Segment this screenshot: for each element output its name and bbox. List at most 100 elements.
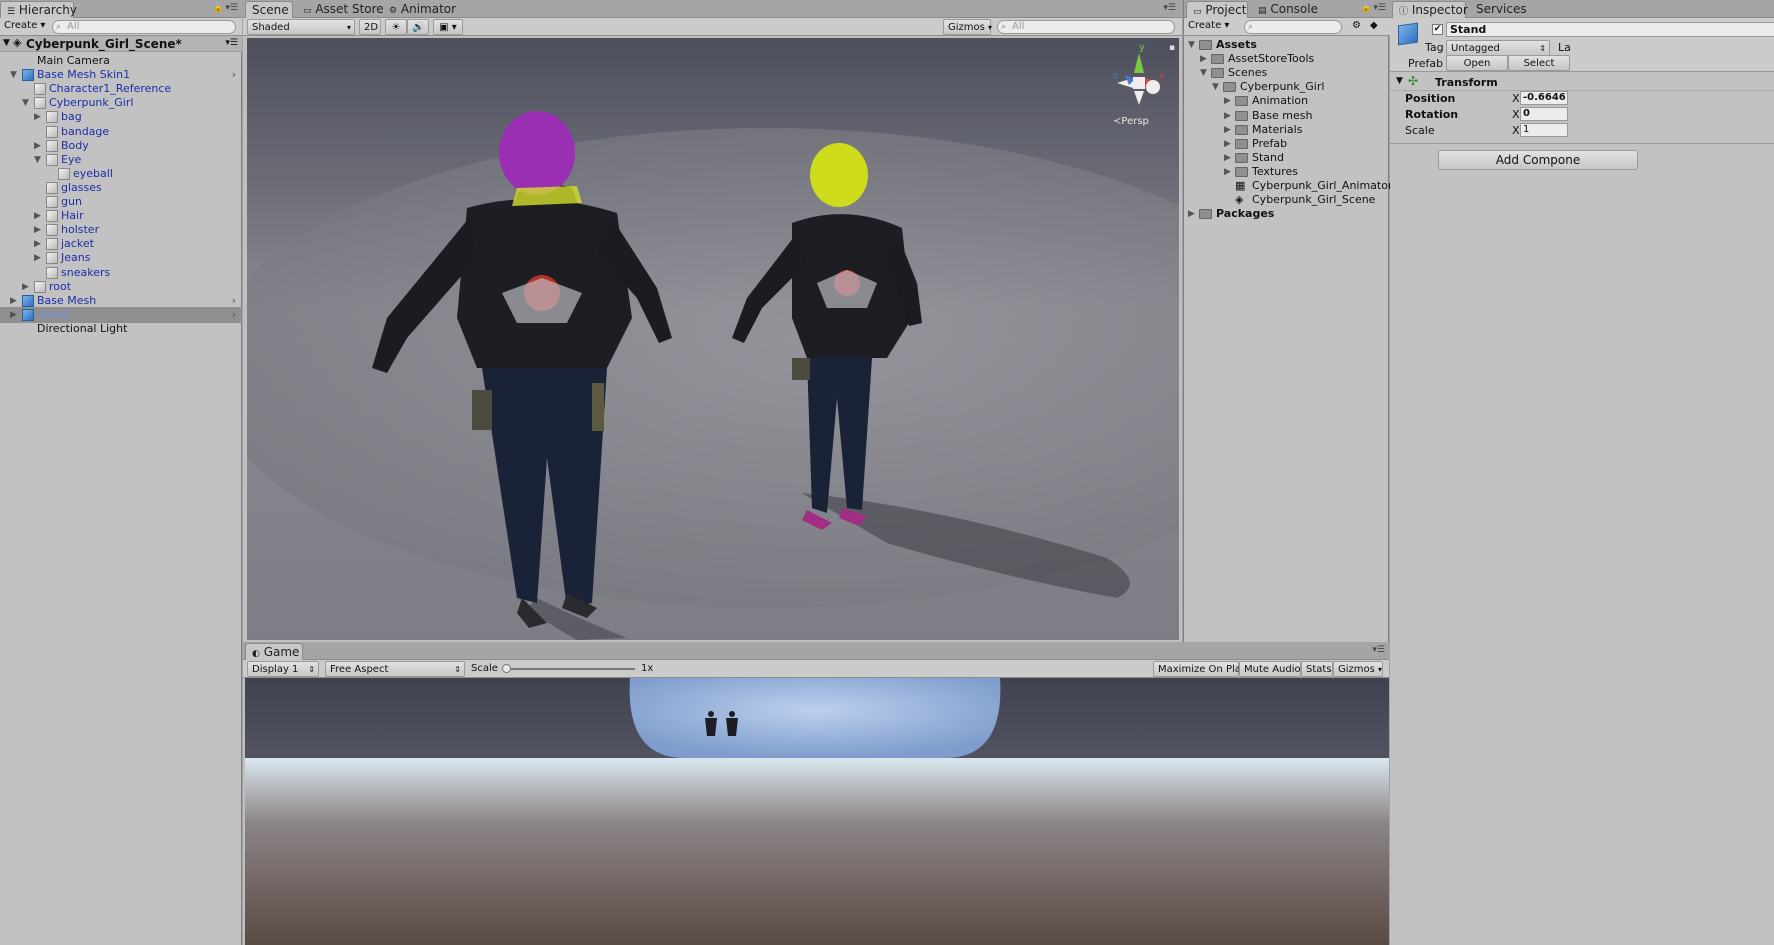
gizmo-lock-icon[interactable]: ▪ [1169, 43, 1175, 53]
search-icon: ⌕ [1248, 22, 1254, 32]
prefab-select-button[interactable]: Select [1508, 55, 1570, 71]
filter-type-icon[interactable]: ⚙ [1352, 20, 1361, 31]
gameobject-cube-icon [46, 210, 58, 223]
aspect-dropdown[interactable]: Free Aspect ⇕ [325, 661, 465, 677]
panel-menu-icon[interactable]: ▾☰ [1372, 645, 1385, 655]
tab-project[interactable]: ▭ Project [1186, 1, 1248, 18]
gameobject-cube-icon [46, 153, 58, 166]
search-icon: ⌕ [1001, 22, 1007, 32]
shading-mode-dropdown[interactable]: Shaded ▾ [247, 19, 355, 35]
tab-asset-store[interactable]: ▭ Asset Store [297, 1, 384, 18]
project-item[interactable]: ▶ Packages [1184, 206, 1390, 222]
gizmos-dropdown[interactable]: Gizmos ▾ [943, 19, 992, 35]
persp-label[interactable]: ≺Persp [1113, 116, 1149, 127]
project-search-input[interactable]: ⌕ [1244, 20, 1342, 34]
persp-text: Persp [1121, 116, 1149, 127]
scale-slider[interactable] [502, 664, 635, 673]
display-dropdown[interactable]: Display 1 ⇕ [247, 661, 319, 677]
stats-toggle[interactable]: Stats [1301, 661, 1333, 677]
console-icon: ▤ [1258, 6, 1267, 16]
lock-icon[interactable]: 🔒 [1361, 3, 1372, 13]
scene-viewport[interactable]: y z x ▪ ≺Persp [247, 38, 1179, 640]
tab-asset-store-label: Asset Store [315, 2, 384, 16]
expand-arrow-icon[interactable]: ▼ [1396, 76, 1403, 86]
tab-game[interactable]: ◐ Game [245, 643, 303, 660]
tag-label: Tag [1425, 41, 1444, 54]
filter-label-icon[interactable]: ◆ [1370, 20, 1378, 31]
transform-title: Transform [1435, 76, 1498, 89]
scene-panel: Scene ▭ Asset Store ⚙ Animator ▾☰ Shaded… [243, 0, 1182, 642]
spotlight-glow [629, 678, 1001, 758]
collapse-arrow-icon[interactable]: ▶ [1188, 206, 1195, 222]
prefab-label: Prefab [1408, 57, 1444, 70]
tab-scene-label: Scene [252, 3, 289, 17]
gameobject-cube-icon [34, 97, 46, 110]
scale-x-label: X [1512, 124, 1520, 137]
shading-mode-label: Shaded [252, 22, 290, 33]
gizmos-label: Gizmos [948, 22, 985, 33]
active-checkbox[interactable]: ✔ [1432, 24, 1443, 35]
2d-toggle[interactable]: 2D [359, 19, 381, 35]
rotation-x-field[interactable]: 0 [1520, 107, 1568, 121]
transform-header[interactable]: ▼ ✣ Transform [1390, 74, 1774, 91]
animator-icon: ⚙ [389, 6, 398, 16]
tag-value: Untagged [1451, 43, 1500, 54]
scene-search-input[interactable]: ⌕ All [997, 20, 1175, 34]
tag-dropdown[interactable]: Untagged ⇕ [1446, 40, 1550, 56]
game-controller-icon: ◐ [252, 649, 260, 659]
transform-icon: ✣ [1408, 74, 1419, 88]
panel-menu-icon[interactable]: ▾☰ [1373, 3, 1386, 13]
game-render [245, 678, 1389, 945]
lock-icon[interactable]: 🔒 [213, 3, 224, 13]
audio-toggle-icon[interactable]: 🔊 [407, 19, 429, 35]
gameobject-cube-icon [58, 167, 70, 180]
game-toolbar: Display 1 ⇕ Free Aspect ⇕ Scale 1x Maxim… [243, 660, 1389, 678]
position-row: Position X -0.6646 [1390, 91, 1774, 107]
game-gizmos-dropdown[interactable]: Gizmos ▾ [1333, 661, 1383, 677]
gameobject-cube-icon [46, 266, 58, 279]
game-viewport[interactable] [245, 678, 1389, 945]
tab-console[interactable]: ▤ Console [1252, 1, 1322, 18]
tab-inspector[interactable]: ⓘ Inspector [1392, 1, 1468, 18]
tab-scene[interactable]: Scene [245, 1, 293, 18]
object-name-field[interactable]: Stand [1446, 22, 1774, 37]
expand-arrow-icon[interactable]: ▼ [3, 38, 10, 48]
hierarchy-list: Main Camera ▼ Base Mesh Skin1 › Character1_R… [0, 53, 242, 453]
scale-row: Scale X 1 [1390, 123, 1774, 139]
hierarchy-search-input[interactable]: ⌕ All [52, 20, 236, 34]
prefab-cube-icon [22, 308, 34, 321]
position-x-label: X [1512, 92, 1520, 105]
effects-dropdown-icon[interactable]: ▣ ▾ [433, 19, 463, 35]
position-label: Position [1405, 92, 1456, 105]
yellow-hair [810, 143, 868, 207]
create-dropdown[interactable]: Create ▾ [4, 20, 45, 31]
position-x-field[interactable]: -0.6646 [1520, 91, 1568, 105]
add-component-button[interactable]: Add Compone [1438, 150, 1638, 170]
hierarchy-item[interactable]: Directional Light [0, 321, 242, 337]
scene-header-row[interactable]: ▼ ◈ Cyberpunk_Girl_Scene* ▾☰ [0, 36, 242, 52]
scene-menu-icon[interactable]: ▾☰ [225, 38, 238, 48]
tab-services-label: Services [1476, 2, 1527, 16]
game-tabbar: ◐ Game ▾☰ [243, 642, 1389, 660]
maximize-on-play-toggle[interactable]: Maximize On Play [1153, 661, 1247, 677]
tab-animator[interactable]: ⚙ Animator [383, 1, 456, 18]
dropdown-arrow-icon: ⇕ [454, 665, 461, 674]
project-create-dropdown[interactable]: Create ▾ [1188, 20, 1229, 31]
tab-animator-label: Animator [400, 2, 457, 16]
scale-x-field[interactable]: 1 [1520, 123, 1568, 137]
scale-slider-thumb[interactable] [502, 664, 511, 673]
display-label: Display 1 [252, 664, 299, 675]
tab-hierarchy[interactable]: ☰ Hierarchy [0, 1, 77, 18]
panel-menu-icon[interactable]: ▾☰ [225, 3, 238, 13]
gameobject-cube-icon [34, 280, 46, 293]
mute-audio-toggle[interactable]: Mute Audio [1239, 661, 1301, 677]
tab-services[interactable]: Services [1470, 1, 1540, 18]
panel-menu-icon[interactable]: ▾☰ [1163, 3, 1176, 13]
lighting-toggle-icon[interactable]: ☀ [385, 19, 407, 35]
prefab-open-button[interactable]: Open [1446, 55, 1508, 71]
tab-game-label: Game [263, 645, 300, 659]
hierarchy-panel: ☰ Hierarchy 🔒 ▾☰ Create ▾ ⌕ All ▼ ◈ Cybe… [0, 0, 242, 945]
folder-icon [1223, 82, 1236, 93]
game-panel: ◐ Game ▾☰ Display 1 ⇕ Free Aspect ⇕ Scal… [243, 642, 1389, 945]
scene-render: y z x ▪ [247, 38, 1179, 640]
